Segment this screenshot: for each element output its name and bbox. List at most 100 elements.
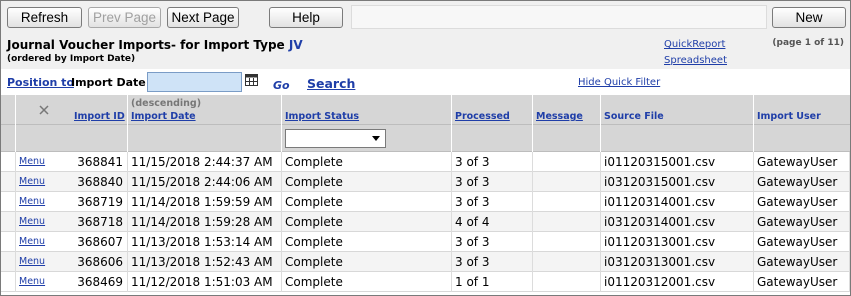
menu-link[interactable]: Menu bbox=[19, 276, 45, 287]
cell-import-user: GatewayUser bbox=[754, 192, 850, 212]
search-link[interactable]: Search bbox=[307, 76, 355, 91]
table-row[interactable]: Menu 368840 11/15/2018 2:44:06 AM Complete 3… bbox=[1, 172, 850, 192]
cell-import-date: 11/13/2018 1:52:43 AM bbox=[128, 252, 282, 272]
header-import-id[interactable]: Import ID bbox=[16, 95, 128, 125]
table-row[interactable]: Menu 368607 11/13/2018 1:53:14 AM Complete 3… bbox=[1, 232, 850, 252]
header-import-user: Import User bbox=[754, 95, 850, 125]
page-indicator: (page 1 of 11) bbox=[772, 38, 844, 48]
cell-processed: 3 of 3 bbox=[452, 232, 533, 252]
cell-import-user: GatewayUser bbox=[754, 212, 850, 232]
prev-page-button[interactable]: Prev Page bbox=[88, 7, 161, 28]
cell-source-file: i03120314001.csv bbox=[601, 212, 754, 232]
position-bar: Position to Import Date Go Search Hide Q… bbox=[1, 69, 850, 95]
go-button[interactable]: Go bbox=[273, 79, 290, 92]
cell-import-date: 11/13/2018 1:53:14 AM bbox=[128, 232, 282, 252]
calendar-icon[interactable] bbox=[245, 74, 258, 86]
row-menu-link[interactable]: Menu 368719 bbox=[16, 192, 128, 212]
cell-import-date: 11/12/2018 1:51:03 AM bbox=[128, 272, 282, 292]
spreadsheet-link[interactable]: Spreadsheet bbox=[664, 53, 727, 69]
header-spacer bbox=[1, 95, 16, 125]
filter-cell bbox=[452, 125, 533, 152]
quick-filter-row bbox=[1, 125, 850, 152]
hide-quick-filter-link[interactable]: Hide Quick Filter bbox=[578, 77, 660, 88]
row-menu-link[interactable]: Menu 368606 bbox=[16, 252, 128, 272]
row-menu-link[interactable]: Menu 368469 bbox=[16, 272, 128, 292]
header-import-status[interactable]: Import Status bbox=[282, 95, 452, 125]
next-page-button[interactable]: Next Page bbox=[167, 7, 239, 28]
cell-import-date: 11/15/2018 2:44:06 AM bbox=[128, 172, 282, 192]
import-status-filter-select[interactable] bbox=[285, 129, 386, 148]
column-message[interactable]: Message bbox=[536, 111, 583, 122]
page-subtitle: (ordered by Import Date) bbox=[7, 54, 136, 64]
cell-import-date: 11/14/2018 1:59:28 AM bbox=[128, 212, 282, 232]
cell-import-id: 368719 bbox=[77, 195, 123, 209]
menu-link[interactable]: Menu bbox=[19, 256, 45, 267]
row-menu-link[interactable]: Menu 368607 bbox=[16, 232, 128, 252]
menu-link[interactable]: Menu bbox=[19, 196, 45, 207]
help-button[interactable]: Help bbox=[269, 7, 343, 28]
row-lead-cell bbox=[1, 152, 16, 172]
quick-report-link[interactable]: QuickReport bbox=[664, 37, 727, 53]
cell-message bbox=[533, 212, 601, 232]
header-import-date[interactable]: (descending) Import Date bbox=[128, 95, 282, 125]
cell-processed: 3 of 3 bbox=[452, 152, 533, 172]
column-import-date[interactable]: Import Date bbox=[131, 111, 196, 122]
menu-link[interactable]: Menu bbox=[19, 236, 45, 247]
menu-link[interactable]: Menu bbox=[19, 216, 45, 227]
cell-import-status: Complete bbox=[282, 172, 452, 192]
menu-link[interactable]: Menu bbox=[19, 156, 45, 167]
cell-import-user: GatewayUser bbox=[754, 252, 850, 272]
import-date-input[interactable] bbox=[147, 72, 242, 92]
title-area: Journal Voucher Imports- for Import Type… bbox=[1, 33, 850, 69]
table-row[interactable]: Menu 368606 11/13/2018 1:52:43 AM Complete 3… bbox=[1, 252, 850, 272]
refresh-button[interactable]: Refresh bbox=[7, 7, 82, 28]
cell-processed: 3 of 3 bbox=[452, 172, 533, 192]
position-to-link[interactable]: Position to bbox=[7, 76, 74, 89]
page-title: Journal Voucher Imports- for Import Type… bbox=[7, 38, 303, 52]
journal-voucher-imports-window: Refresh Prev Page Next Page Help New Jou… bbox=[0, 0, 851, 296]
cell-source-file: i01120314001.csv bbox=[601, 192, 754, 212]
menu-link[interactable]: Menu bbox=[19, 176, 45, 187]
row-lead-cell bbox=[1, 212, 16, 232]
table-header: Import ID (descending) Import Date Impor… bbox=[1, 95, 850, 125]
column-import-status[interactable]: Import Status bbox=[285, 111, 359, 122]
new-button[interactable]: New bbox=[772, 7, 846, 28]
position-field-label: Import Date bbox=[71, 76, 146, 89]
toolbar-spacer bbox=[351, 5, 767, 29]
row-lead-cell bbox=[1, 172, 16, 192]
imports-table: Import ID (descending) Import Date Impor… bbox=[1, 95, 850, 295]
filter-cell bbox=[601, 125, 754, 152]
toolbar: Refresh Prev Page Next Page Help New bbox=[1, 1, 850, 33]
cell-source-file: i01120315001.csv bbox=[601, 152, 754, 172]
filter-cell bbox=[16, 125, 128, 152]
cell-import-id: 368607 bbox=[77, 235, 123, 249]
cell-processed: 4 of 4 bbox=[452, 212, 533, 232]
cell-import-status: Complete bbox=[282, 192, 452, 212]
table-row[interactable]: Menu 368841 11/15/2018 2:44:37 AM Complete 3… bbox=[1, 152, 850, 172]
cell-processed: 1 of 1 bbox=[452, 272, 533, 292]
cell-source-file: i01120312001.csv bbox=[601, 272, 754, 292]
row-menu-link[interactable]: Menu 368718 bbox=[16, 212, 128, 232]
cell-import-user: GatewayUser bbox=[754, 152, 850, 172]
header-message[interactable]: Message bbox=[533, 95, 601, 125]
sort-direction-label: (descending) bbox=[131, 98, 202, 109]
table-row[interactable]: Menu 368718 11/14/2018 1:59:28 AM Complete 4… bbox=[1, 212, 850, 232]
cell-import-user: GatewayUser bbox=[754, 172, 850, 192]
page-title-prefix: Journal Voucher Imports- for Import Type bbox=[7, 38, 289, 52]
cell-import-status: Complete bbox=[282, 252, 452, 272]
table-row[interactable]: Menu 368719 11/14/2018 1:59:59 AM Complete 3… bbox=[1, 192, 850, 212]
column-processed[interactable]: Processed bbox=[455, 111, 510, 122]
table-row[interactable]: Menu 368469 11/12/2018 1:51:03 AM Complete 1… bbox=[1, 272, 850, 292]
cell-import-id: 368606 bbox=[77, 255, 123, 269]
cell-import-status: Complete bbox=[282, 152, 452, 172]
close-icon[interactable] bbox=[38, 104, 50, 116]
cell-import-date: 11/14/2018 1:59:59 AM bbox=[128, 192, 282, 212]
cell-import-date: 11/15/2018 2:44:37 AM bbox=[128, 152, 282, 172]
cell-message bbox=[533, 232, 601, 252]
cell-import-id: 368718 bbox=[77, 215, 123, 229]
header-processed[interactable]: Processed bbox=[452, 95, 533, 125]
row-menu-link[interactable]: Menu 368841 bbox=[16, 152, 128, 172]
cell-source-file: i03120313001.csv bbox=[601, 252, 754, 272]
column-import-id[interactable]: Import ID bbox=[74, 111, 125, 122]
row-menu-link[interactable]: Menu 368840 bbox=[16, 172, 128, 192]
